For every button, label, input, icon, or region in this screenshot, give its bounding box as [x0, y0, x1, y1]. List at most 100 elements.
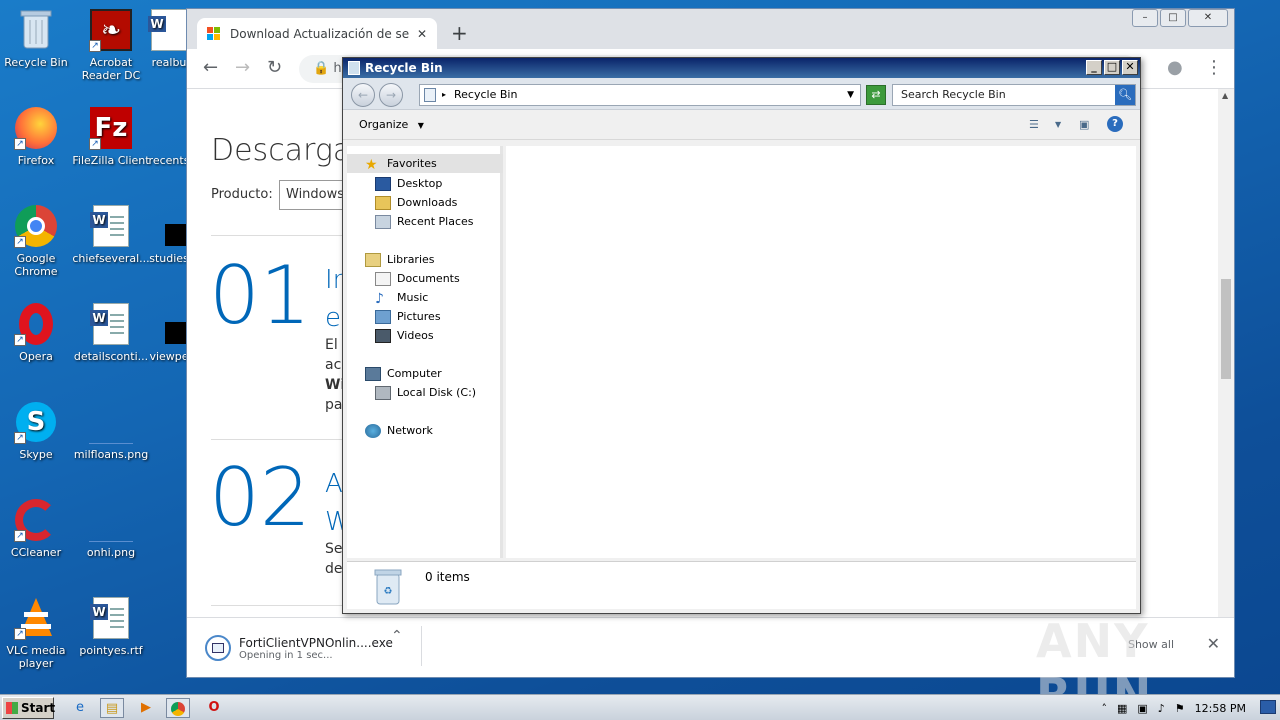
nav-recent-places[interactable]: Recent Places — [375, 212, 474, 231]
step-title: e — [325, 303, 341, 333]
chevron-down-icon[interactable]: ▼ — [1055, 120, 1061, 129]
network-tray-icon[interactable]: ▦ — [1117, 702, 1127, 715]
minimize-button[interactable]: _ — [1086, 60, 1102, 75]
desktop-icon-chiefseveral[interactable]: chiefseveral... — [71, 204, 151, 265]
refresh-button[interactable]: ⇄ — [866, 85, 886, 105]
nav-network[interactable]: Network — [365, 421, 433, 440]
maximize-button[interactable]: □ — [1104, 60, 1120, 75]
flag-icon[interactable]: ⚑ — [1175, 702, 1185, 715]
desktop-icon-firefox[interactable]: ↗ Firefox — [0, 106, 76, 167]
skype-icon: S ↗ — [14, 400, 58, 444]
search-icon[interactable]: 🔍︎ — [1115, 85, 1135, 105]
nav-music[interactable]: ♪ Music — [375, 288, 428, 307]
forward-button[interactable]: → — [379, 83, 403, 107]
security-tray-icon[interactable]: ▣ — [1137, 702, 1147, 715]
desktop-icon-label: CCleaner — [10, 546, 62, 559]
clock[interactable]: 12:58 PM — [1195, 702, 1246, 715]
show-desktop-button[interactable] — [1260, 700, 1276, 714]
back-icon[interactable]: ← — [203, 57, 218, 78]
desktop-icon-milfloans[interactable]: milfloans.png — [71, 400, 151, 461]
nav-computer[interactable]: Computer — [365, 364, 442, 383]
nav-documents[interactable]: Documents — [375, 269, 460, 288]
media-player-icon[interactable]: ▶ — [134, 698, 158, 718]
nav-label: Pictures — [397, 310, 441, 323]
new-tab-button[interactable]: + — [451, 21, 468, 45]
chrome-taskbar-icon[interactable] — [166, 698, 190, 718]
chevron-up-icon[interactable]: ⌃ — [391, 628, 403, 644]
nav-label: Favorites — [387, 157, 437, 170]
explorer-taskbar-icon[interactable]: ▤ — [100, 698, 124, 718]
organize-button[interactable]: Organize ▼ — [359, 118, 424, 131]
desktop-icon-chrome[interactable]: ↗ Google Chrome — [0, 204, 76, 278]
vlc-icon: ↗ — [14, 596, 58, 640]
help-icon[interactable]: ? — [1107, 116, 1123, 132]
step-number: 02 — [209, 451, 311, 544]
navigation-pane: ★ Favorites Desktop Downloads Recent Pla… — [347, 146, 503, 558]
file-list-area[interactable] — [506, 146, 1136, 558]
chevron-down-icon: ▼ — [417, 121, 424, 130]
opera-taskbar-icon[interactable]: O — [202, 698, 226, 718]
forward-icon[interactable]: → — [235, 57, 250, 78]
nav-videos[interactable]: Videos — [375, 326, 434, 345]
show-hidden-icons-icon[interactable]: ˄ — [1101, 702, 1107, 715]
download-filename: FortiClientVPNOnlin....exe — [239, 635, 393, 650]
desktop-icon-label: onhi.png — [86, 546, 136, 559]
search-input[interactable]: Search Recycle Bin 🔍︎ — [892, 84, 1136, 106]
nav-local-disk[interactable]: Local Disk (C:) — [375, 383, 476, 402]
step-text: Se — [325, 541, 343, 557]
desktop-icon — [375, 176, 391, 191]
explorer-window: Recycle Bin _ □ ✕ ← → ▸ Recycle Bin ▼ ⇄ … — [342, 57, 1141, 614]
desktop-icon-label: Skype — [19, 448, 53, 461]
chevron-down-icon[interactable]: ▼ — [847, 85, 854, 105]
desktop-icon-label: Recycle Bin — [4, 56, 68, 69]
desktop-icon-detailsconti[interactable]: detailsconti... — [71, 302, 151, 363]
desktop-icon-opera[interactable]: ↗ Opera — [0, 302, 76, 363]
desktop-icon-pointyes[interactable]: pointyes.rtf — [71, 596, 151, 657]
step-text: de — [325, 561, 343, 577]
computer-icon — [365, 366, 381, 381]
close-tab-icon[interactable]: ✕ — [417, 27, 427, 41]
page-scrollbar[interactable]: ▲ — [1218, 89, 1234, 617]
nav-favorites[interactable]: ★ Favorites — [347, 154, 503, 173]
desktop-icon-vlc[interactable]: ↗ VLC media player — [0, 596, 76, 670]
scroll-up-icon[interactable]: ▲ — [1222, 91, 1228, 100]
ccleaner-icon: ↗ — [14, 498, 58, 542]
reload-icon[interactable]: ↻ — [267, 57, 282, 78]
nav-label: Documents — [397, 272, 460, 285]
maximize-button[interactable]: □ — [1160, 9, 1186, 27]
desktop-icon-skype[interactable]: S ↗ Skype — [0, 400, 76, 461]
download-item[interactable]: FortiClientVPNOnlin....exe Opening in 1 … — [205, 630, 415, 666]
black-file-icon — [147, 302, 191, 346]
minimize-button[interactable]: – — [1132, 9, 1158, 27]
start-button[interactable]: Start — [2, 697, 56, 719]
desktop-icon-filezilla[interactable]: Fz ↗ FileZilla Client — [71, 106, 151, 167]
opera-icon: ↗ — [14, 302, 58, 346]
close-button[interactable]: ✕ — [1122, 60, 1138, 75]
address-bar[interactable]: ▸ Recycle Bin ▼ — [419, 84, 861, 106]
ie-icon[interactable]: e — [68, 698, 92, 718]
back-button[interactable]: ← — [351, 83, 375, 107]
step-text: El — [325, 337, 338, 353]
preview-pane-icon[interactable]: ▣ — [1079, 118, 1089, 131]
local-disk-icon — [375, 385, 391, 400]
nav-pictures[interactable]: Pictures — [375, 307, 441, 326]
desktop-icon-ccleaner[interactable]: ↗ CCleaner — [0, 498, 76, 559]
breadcrumb-arrow-icon[interactable]: ▸ — [442, 85, 446, 105]
divider — [211, 235, 351, 236]
close-button[interactable]: ✕ — [1188, 9, 1228, 27]
desktop-icon-recycle-bin[interactable]: Recycle Bin — [0, 8, 76, 69]
volume-icon[interactable]: ♪ — [1158, 702, 1165, 715]
start-label: Start — [21, 701, 56, 715]
nav-downloads[interactable]: Downloads — [375, 193, 457, 212]
nav-desktop[interactable]: Desktop — [375, 174, 442, 193]
menu-icon[interactable]: ⋮ — [1205, 57, 1223, 78]
chrome-tab[interactable]: Download Actualización de segurida ✕ — [197, 18, 437, 49]
view-options-icon[interactable]: ☰ — [1029, 118, 1039, 131]
profile-icon[interactable]: ● — [1167, 57, 1183, 78]
desktop-icon-label: pointyes.rtf — [79, 644, 143, 657]
nav-libraries[interactable]: Libraries — [365, 250, 435, 269]
desktop-icon-acrobat[interactable]: ❧ ↗ Acrobat Reader DC — [71, 8, 151, 82]
desktop-icon-onhi[interactable]: onhi.png — [71, 498, 151, 559]
scrollbar-thumb[interactable] — [1221, 279, 1231, 379]
nav-label: Desktop — [397, 177, 443, 190]
